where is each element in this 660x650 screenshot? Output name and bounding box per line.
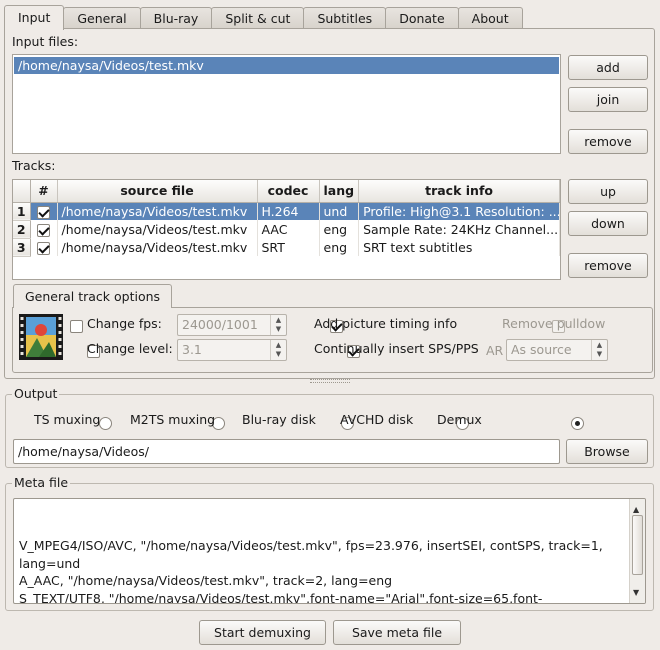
scroll-down-icon[interactable]: ▼ <box>633 584 639 602</box>
ar-select[interactable]: As source ▲ ▼ <box>506 339 608 361</box>
track-info-cell: SRT text subtitles <box>358 238 560 256</box>
remove-pulldown-label: Remove pulldowr <box>502 316 606 331</box>
track-codec-cell: AAC <box>257 220 320 238</box>
row-number: 2 <box>13 220 31 239</box>
add-file-button[interactable]: add <box>568 55 648 80</box>
table-row[interactable]: 2 /home/naysa/Videos/test.mkv AAC eng Sa… <box>13 220 560 239</box>
tracks-header-row: # source file codec lang track info <box>13 180 560 203</box>
fps-value: 24000/1001 <box>182 317 258 332</box>
tab-subtitles[interactable]: Subtitles <box>303 7 387 29</box>
track-info-cell: Profile: High@3.1 Resolution: ... <box>358 202 560 220</box>
input-files-label: Input files: <box>12 34 79 49</box>
track-codec-cell: H.264 <box>257 202 320 220</box>
demux-label: Demux <box>437 412 482 427</box>
spin-arrows-icon[interactable]: ▲ ▼ <box>270 340 286 360</box>
track-source-cell: /home/naysa/Videos/test.mkv <box>57 220 258 238</box>
track-enable-checkbox[interactable] <box>37 223 50 237</box>
spin-arrows-icon[interactable]: ▲ ▼ <box>270 315 286 335</box>
change-level-label: Change level: <box>87 341 173 356</box>
col-header-lang[interactable]: lang <box>319 180 360 203</box>
change-fps-label: Change fps: <box>87 316 162 331</box>
input-files-list[interactable]: /home/naysa/Videos/test.mkv <box>12 54 561 154</box>
tab-about[interactable]: About <box>457 7 523 29</box>
col-header-codec[interactable]: codec <box>257 180 320 203</box>
track-lang-cell: eng <box>319 238 360 256</box>
remove-track-button[interactable]: remove <box>568 253 648 278</box>
track-enable-checkbox[interactable] <box>37 241 50 255</box>
row-number: 3 <box>13 238 31 257</box>
meta-file-label: Meta file <box>12 475 71 490</box>
bluray-disk-label: Blu-ray disk <box>242 412 316 427</box>
tab-donate[interactable]: Donate <box>385 7 459 29</box>
tab-split-cut[interactable]: Split & cut <box>211 7 305 29</box>
col-header-track-info[interactable]: track info <box>358 180 560 203</box>
level-spinbox[interactable]: 3.1 ▲ ▼ <box>177 339 287 361</box>
start-demuxing-button[interactable]: Start demuxing <box>199 620 326 645</box>
change-fps-checkbox[interactable] <box>70 320 83 333</box>
film-strip-icon <box>19 314 63 360</box>
tab-general-track-options[interactable]: General track options <box>13 284 173 308</box>
table-row[interactable]: 3 /home/naysa/Videos/test.mkv SRT eng SR… <box>13 238 560 257</box>
picture-timing-label: Add picture timing info <box>314 316 458 331</box>
track-lang-cell: und <box>319 202 360 220</box>
output-path-input[interactable]: /home/naysa/Videos/ <box>13 439 560 464</box>
save-meta-file-button[interactable]: Save meta file <box>333 620 461 645</box>
scrollbar-thumb[interactable] <box>632 515 643 575</box>
splitter-handle[interactable] <box>310 379 350 383</box>
row-number: 1 <box>13 202 31 221</box>
meta-scrollbar[interactable]: ▲ ▼ <box>629 499 645 603</box>
track-enable-checkbox[interactable] <box>37 205 50 219</box>
dropdown-arrows-icon[interactable]: ▲ ▼ <box>591 340 607 360</box>
tab-input[interactable]: Input <box>4 5 65 30</box>
avchd-disk-label: AVCHD disk <box>340 412 414 427</box>
ts-muxing-radio[interactable] <box>98 417 112 430</box>
tab-bar: Input General Blu-ray Split & cut Subtit… <box>4 5 523 30</box>
table-row[interactable]: 1 /home/naysa/Videos/test.mkv H.264 und … <box>13 202 560 221</box>
fps-spinbox[interactable]: 24000/1001 ▲ ▼ <box>177 314 287 336</box>
track-lang-cell: eng <box>319 220 360 238</box>
ar-label: AR <box>486 343 504 358</box>
tab-general[interactable]: General <box>63 7 141 29</box>
demux-radio[interactable] <box>570 417 584 430</box>
output-label: Output <box>12 386 60 401</box>
browse-button[interactable]: Browse <box>566 439 648 464</box>
meta-file-textarea[interactable]: V_MPEG4/ISO/AVC, "/home/naysa/Videos/tes… <box>13 498 646 604</box>
tracks-label: Tracks: <box>12 158 56 173</box>
tracks-table[interactable]: # source file codec lang track info 1 /h… <box>12 179 561 280</box>
col-header-num[interactable]: # <box>30 180 58 203</box>
move-up-button[interactable]: up <box>568 179 648 204</box>
track-source-cell: /home/naysa/Videos/test.mkv <box>57 202 258 220</box>
join-file-button[interactable]: join <box>568 87 648 112</box>
remove-file-button[interactable]: remove <box>568 129 648 154</box>
ts-muxing-label: TS muxing <box>34 412 101 427</box>
m2ts-muxing-label: M2TS muxing <box>130 412 216 427</box>
level-value: 3.1 <box>182 342 202 357</box>
track-info-cell: Sample Rate: 24KHz Channel... <box>358 220 560 238</box>
track-source-cell: /home/naysa/Videos/test.mkv <box>57 238 258 256</box>
tab-blu-ray[interactable]: Blu-ray <box>139 7 213 29</box>
track-codec-cell: SRT <box>257 238 320 256</box>
input-file-item[interactable]: /home/naysa/Videos/test.mkv <box>14 57 559 74</box>
move-down-button[interactable]: down <box>568 211 648 236</box>
ar-value: As source <box>511 342 572 357</box>
col-header-source-file[interactable]: source file <box>57 180 258 203</box>
meta-file-text: V_MPEG4/ISO/AVC, "/home/naysa/Videos/tes… <box>19 538 603 604</box>
insert-sps-label: Continually insert SPS/PPS <box>314 341 479 356</box>
